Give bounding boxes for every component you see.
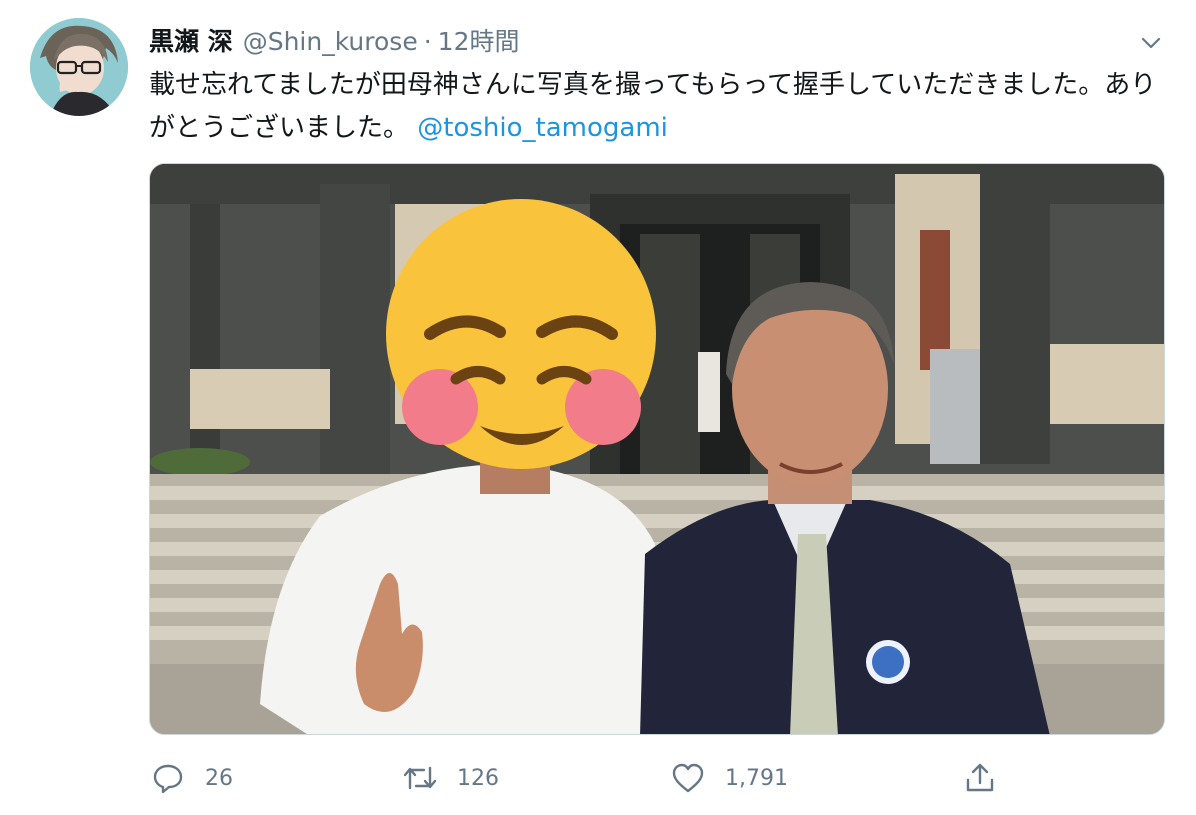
share-icon <box>961 759 999 797</box>
heart-icon <box>669 759 707 797</box>
user-handle[interactable]: @Shin_kurose <box>243 22 418 62</box>
retweet-icon <box>401 759 439 797</box>
tweet-text: 載せ忘れてましたが田母神さんに写真を撮ってもらって握手していただきました。ありが… <box>149 64 1159 150</box>
display-name[interactable]: 黒瀬 深 <box>149 22 233 62</box>
mention-link[interactable]: @toshio_tamogami <box>417 113 668 143</box>
like-button[interactable]: 1,791 <box>669 755 788 801</box>
timestamp[interactable]: 12時間 <box>438 22 520 62</box>
tweet-actions: 26 126 1,791 <box>149 755 1049 801</box>
share-button[interactable] <box>961 755 999 801</box>
tweet-photo[interactable] <box>149 163 1165 735</box>
retweet-count: 126 <box>457 765 499 791</box>
reply-button[interactable]: 26 <box>149 755 233 801</box>
retweet-button[interactable]: 126 <box>401 755 499 801</box>
reply-count: 26 <box>205 765 233 791</box>
like-count: 1,791 <box>725 765 788 791</box>
separator: · <box>423 27 432 56</box>
tweet-header: 黒瀬 深 @Shin_kurose · 12時間 <box>149 22 519 62</box>
avatar[interactable] <box>30 18 128 116</box>
tweet: 黒瀬 深 @Shin_kurose · 12時間 載せ忘れてましたが田母神さんに… <box>0 0 1196 815</box>
chevron-down-icon[interactable] <box>1134 26 1168 60</box>
reply-icon <box>149 759 187 797</box>
